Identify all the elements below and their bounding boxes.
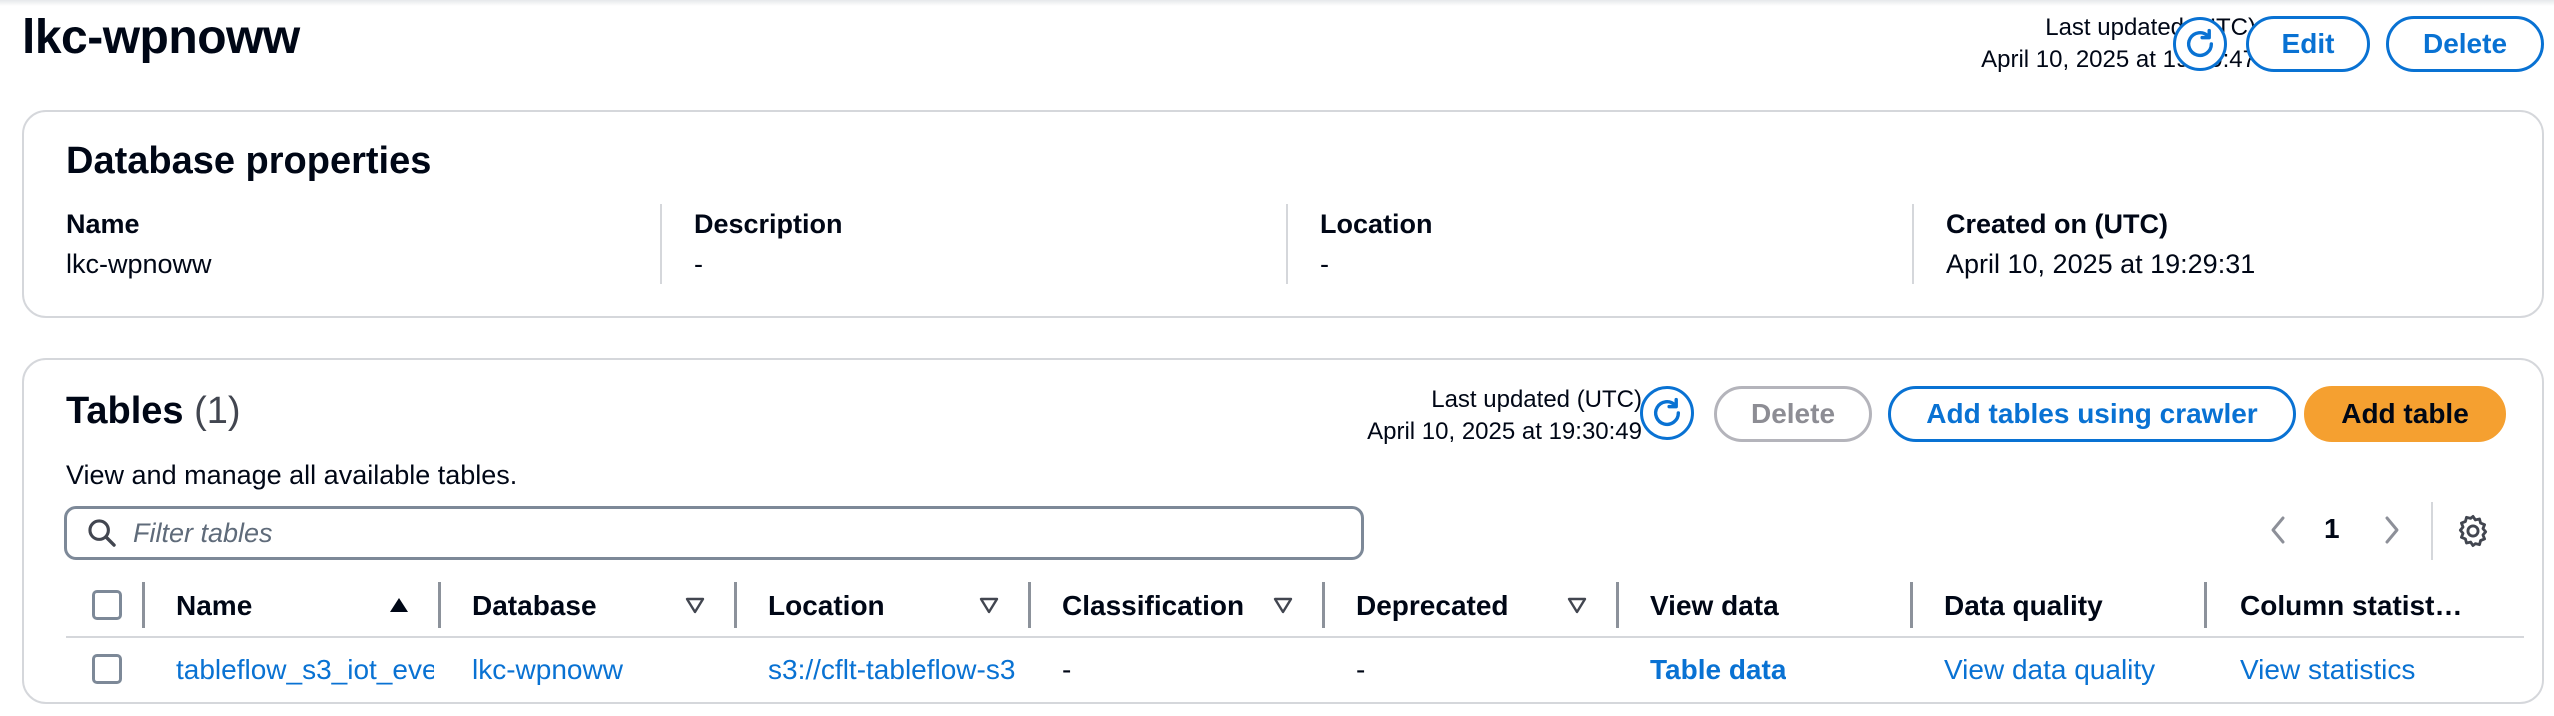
settings-gear-icon[interactable] xyxy=(2454,512,2492,550)
tables-refresh-button[interactable] xyxy=(1640,386,1694,440)
column-header-deprecated[interactable]: Deprecated xyxy=(1356,578,1509,634)
tables-title: Tables (1) xyxy=(66,390,241,433)
column-separator xyxy=(1616,582,1619,628)
property-location: Location - xyxy=(1320,206,1433,284)
column-separator xyxy=(2204,582,2207,628)
tables-count: (1) xyxy=(194,390,241,432)
view-data-quality-link[interactable]: View data quality xyxy=(1944,642,2155,698)
table-row-location-link[interactable]: s3://cflt-tableflow-s3 xyxy=(768,642,1022,698)
property-value: April 10, 2025 at 19:29:31 xyxy=(1946,249,2256,279)
database-properties-card: Database properties Name lkc-wpnoww Desc… xyxy=(22,110,2544,318)
refresh-icon xyxy=(1653,397,1681,426)
select-all-checkbox[interactable] xyxy=(92,590,122,620)
add-tables-crawler-button[interactable]: Add tables using crawler xyxy=(1888,386,2296,442)
last-updated-label: Last updated (UTC) xyxy=(1431,386,1642,413)
sort-descending-icon[interactable] xyxy=(1272,596,1294,614)
tables-card: Tables (1) Last updated (UTC) April 10, … xyxy=(22,358,2544,704)
pagination-divider xyxy=(2431,502,2433,560)
table-row-name-link[interactable]: tableflow_s3_iot_eve xyxy=(176,642,434,698)
tables-last-updated: Last updated (UTC) April 10, 2025 at 19:… xyxy=(1367,384,1642,448)
refresh-button[interactable] xyxy=(2173,17,2227,71)
table-row-classification: - xyxy=(1062,654,1072,685)
column-header-column-statistics: Column statist… xyxy=(2240,590,2463,621)
filter-tables-field[interactable] xyxy=(64,506,1364,560)
chevron-right-icon[interactable] xyxy=(2380,512,2404,548)
sort-descending-icon[interactable] xyxy=(684,596,706,614)
column-header-database[interactable]: Database xyxy=(472,578,597,634)
chevron-left-icon[interactable] xyxy=(2266,512,2290,548)
last-updated-value: April 10, 2025 at 19:30:49 xyxy=(1367,418,1642,445)
column-header-location[interactable]: Location xyxy=(768,578,885,634)
column-header-view-data: View data xyxy=(1650,590,1779,621)
property-description: Description - xyxy=(694,206,843,284)
page-title: lkc-wpnoww xyxy=(22,11,300,64)
sort-descending-icon[interactable] xyxy=(978,596,1000,614)
property-key: Created on (UTC) xyxy=(1946,209,2168,239)
column-separator xyxy=(734,582,737,628)
refresh-icon xyxy=(2186,28,2214,57)
table-data-link[interactable]: Table data xyxy=(1650,642,1786,698)
property-key: Name xyxy=(66,209,140,239)
add-table-button[interactable]: Add table xyxy=(2304,386,2506,442)
column-separator xyxy=(142,582,145,628)
edit-button[interactable]: Edit xyxy=(2246,16,2370,72)
filter-tables-input[interactable] xyxy=(133,517,1361,549)
search-icon xyxy=(88,519,116,547)
column-header-data-quality: Data quality xyxy=(1944,590,2103,621)
page-number[interactable]: 1 xyxy=(2324,513,2340,545)
table-row-database-link[interactable]: lkc-wpnoww xyxy=(472,642,728,698)
property-divider xyxy=(1912,204,1914,284)
table-row-deprecated: - xyxy=(1356,654,1366,685)
column-separator xyxy=(438,582,441,628)
header-divider xyxy=(66,636,2524,638)
properties-title: Database properties xyxy=(66,140,432,182)
property-value: lkc-wpnoww xyxy=(66,249,212,279)
column-separator xyxy=(1028,582,1031,628)
tables-title-text: Tables xyxy=(66,390,184,432)
column-separator xyxy=(1910,582,1913,628)
tables-description: View and manage all available tables. xyxy=(66,460,518,490)
property-name: Name lkc-wpnoww xyxy=(66,206,212,284)
property-key: Location xyxy=(1320,209,1433,239)
property-value: - xyxy=(694,249,703,279)
property-value: - xyxy=(1320,249,1329,279)
property-created-on: Created on (UTC) April 10, 2025 at 19:29… xyxy=(1946,206,2255,284)
tables-delete-button[interactable]: Delete xyxy=(1714,386,1872,442)
column-header-classification[interactable]: Classification xyxy=(1062,578,1244,634)
delete-button[interactable]: Delete xyxy=(2386,16,2544,72)
column-separator xyxy=(1322,582,1325,628)
top-shadow xyxy=(0,0,2554,6)
row-checkbox[interactable] xyxy=(92,654,122,684)
view-statistics-link[interactable]: View statistics xyxy=(2240,642,2415,698)
property-divider xyxy=(1286,204,1288,284)
sort-descending-icon[interactable] xyxy=(1566,596,1588,614)
property-key: Description xyxy=(694,209,843,239)
property-divider xyxy=(660,204,662,284)
sort-ascending-icon[interactable] xyxy=(388,596,410,614)
column-header-name[interactable]: Name xyxy=(176,578,252,634)
